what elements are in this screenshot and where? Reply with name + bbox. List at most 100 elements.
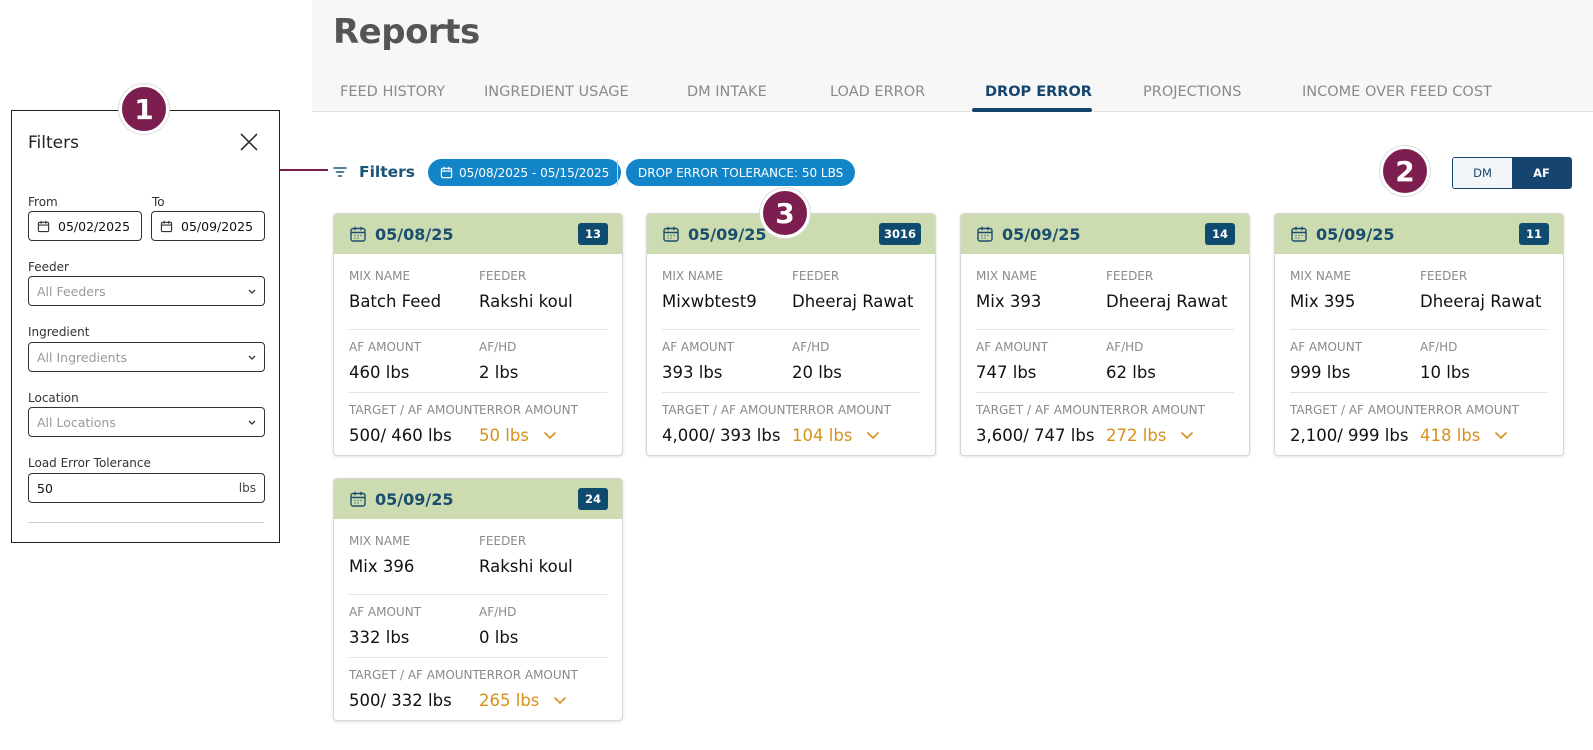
card-date: 05/09/25	[1002, 224, 1081, 244]
calendar-icon	[350, 226, 366, 242]
chevron-down-icon	[867, 431, 880, 440]
drop-error-card[interactable]: 05/09/25 14 MIX NAME Mix 393 FEEDER Dheeraj R…	[960, 213, 1250, 456]
target-af-value: 500/ 460 lbs	[349, 426, 452, 445]
annotation-badge-1: 1	[119, 84, 169, 134]
drop-error-card[interactable]: 05/09/25 3016 MIX NAME Mixwbtest9 FEEDER Dhee…	[646, 213, 936, 456]
from-date-field[interactable]: 05/02/2025	[28, 211, 142, 241]
mix-name-value: Mix 396	[349, 557, 415, 576]
af-hd-label: AF/HD	[479, 605, 517, 619]
page-title: Reports	[333, 12, 480, 52]
error-amount-expand[interactable]: 50 lbs	[479, 426, 578, 445]
tolerance-label: Load Error Tolerance	[28, 456, 151, 470]
target-af-value: 500/ 332 lbs	[349, 691, 452, 710]
tab-income-over-feed-cost[interactable]: INCOME OVER FEED COST	[1302, 74, 1492, 112]
tab-feed-history[interactable]: FEED HISTORY	[340, 74, 445, 112]
tolerance-pill[interactable]: DROP ERROR TOLERANCE: 50 LBS	[626, 159, 856, 186]
chevron-down-icon	[248, 420, 256, 425]
from-label: From	[28, 195, 58, 209]
error-amount-expand[interactable]: 265 lbs	[479, 691, 578, 710]
error-amount-label: ERROR AMOUNT	[479, 668, 578, 682]
date-range-pill[interactable]: 05/08/2025 - 05/15/2025	[428, 159, 622, 186]
af-toggle-option[interactable]: AF	[1512, 158, 1571, 188]
annotation-badge-2: 2	[1380, 146, 1430, 196]
error-amount-expand[interactable]: 272 lbs	[1106, 426, 1205, 445]
chevron-down-icon	[248, 355, 256, 360]
calendar-icon	[160, 220, 173, 232]
calendar-icon	[1291, 226, 1307, 242]
card-date: 05/09/25	[688, 224, 767, 244]
chevron-down-icon	[554, 696, 567, 705]
error-amount-expand[interactable]: 104 lbs	[792, 426, 891, 445]
tab-load-error[interactable]: LOAD ERROR	[830, 74, 925, 112]
calendar-icon	[37, 220, 50, 232]
calendar-icon	[663, 226, 679, 242]
af-hd-value: 0 lbs	[479, 628, 519, 647]
ingredient-label: Ingredient	[28, 325, 90, 339]
tolerance-input[interactable]: 50 lbs	[28, 473, 265, 503]
drop-error-card[interactable]: 05/08/25 13 MIX NAME Batch Feed FEEDER Rakshi…	[333, 213, 623, 456]
target-af-label: TARGET / AF AMOUNT	[349, 668, 480, 682]
error-amount-value: 50 lbs	[479, 426, 529, 445]
feeder-select[interactable]: All Feeders	[28, 276, 265, 306]
ingredient-select[interactable]: All Ingredients	[28, 342, 265, 372]
chevron-down-icon	[248, 289, 256, 294]
mix-name-value: Batch Feed	[349, 292, 442, 311]
filters-button[interactable]: Filters	[333, 161, 415, 183]
tab-dm-intake[interactable]: DM INTAKE	[687, 74, 767, 112]
mix-name-label: MIX NAME	[349, 269, 411, 283]
error-amount-value: 418 lbs	[1420, 426, 1481, 445]
af-amount-value: 747 lbs	[976, 363, 1037, 382]
target-af-value: 4,000/ 393 lbs	[662, 426, 781, 445]
date-range-text: 05/08/2025 - 05/15/2025	[459, 165, 610, 180]
card-date: 05/08/25	[375, 224, 454, 244]
af-hd-value: 20 lbs	[792, 363, 842, 382]
error-amount-value: 265 lbs	[479, 691, 540, 710]
dm-toggle-option[interactable]: DM	[1453, 158, 1512, 188]
to-date-field[interactable]: 05/09/2025	[151, 211, 265, 241]
mix-name-label: MIX NAME	[1290, 269, 1352, 283]
error-amount-label: ERROR AMOUNT	[479, 403, 578, 417]
tab-projections[interactable]: PROJECTIONS	[1143, 74, 1241, 112]
af-hd-label: AF/HD	[792, 340, 830, 354]
feeder-value: Rakshi koul	[479, 557, 573, 576]
card-count-badge: 14	[1205, 223, 1235, 245]
card-header: 05/08/25 13	[334, 214, 622, 254]
card-count-badge: 24	[578, 488, 608, 510]
panel-divider	[28, 522, 264, 523]
af-amount-label: AF AMOUNT	[662, 340, 735, 354]
af-hd-value: 62 lbs	[1106, 363, 1156, 382]
card-date: 05/09/25	[375, 489, 454, 509]
target-af-label: TARGET / AF AMOUNT	[1290, 403, 1421, 417]
location-select[interactable]: All Locations	[28, 407, 265, 437]
error-amount-expand[interactable]: 418 lbs	[1420, 426, 1519, 445]
card-header: 05/09/25 24	[334, 479, 622, 519]
af-hd-label: AF/HD	[1420, 340, 1458, 354]
af-amount-label: AF AMOUNT	[349, 605, 422, 619]
tab-drop-error[interactable]: DROP ERROR	[985, 74, 1092, 112]
af-amount-label: AF AMOUNT	[1290, 340, 1363, 354]
error-amount-value: 272 lbs	[1106, 426, 1167, 445]
mix-name-value: Mixwbtest9	[662, 292, 757, 311]
reports-screen: Reports FEED HISTORY INGREDIENT USAGE DM…	[0, 0, 1593, 750]
af-amount-value: 999 lbs	[1290, 363, 1351, 382]
tolerance-value: 50	[37, 480, 53, 496]
location-label: Location	[28, 391, 79, 405]
annotation-badge-3: 3	[760, 188, 810, 238]
pill-divider	[617, 160, 618, 186]
af-hd-value: 2 lbs	[479, 363, 519, 382]
mix-name-label: MIX NAME	[976, 269, 1038, 283]
af-amount-label: AF AMOUNT	[349, 340, 422, 354]
dm-af-toggle: DM AF	[1452, 157, 1572, 189]
drop-error-card[interactable]: 05/09/25 11 MIX NAME Mix 395 FEEDER Dheeraj R…	[1274, 213, 1564, 456]
error-amount-label: ERROR AMOUNT	[792, 403, 891, 417]
close-icon[interactable]	[238, 131, 260, 153]
card-count-badge: 3016	[878, 223, 921, 245]
location-placeholder: All Locations	[37, 414, 116, 430]
chevron-down-icon	[543, 431, 556, 440]
panel-title: Filters	[28, 133, 79, 153]
drop-error-card[interactable]: 05/09/25 24 MIX NAME Mix 396 FEEDER Rakshi ko…	[333, 478, 623, 721]
feeder-label: FEEDER	[479, 269, 527, 283]
feeder-label: FEEDER	[479, 534, 527, 548]
active-tab-indicator	[972, 108, 1092, 112]
tab-ingredient-usage[interactable]: INGREDIENT USAGE	[484, 74, 629, 112]
